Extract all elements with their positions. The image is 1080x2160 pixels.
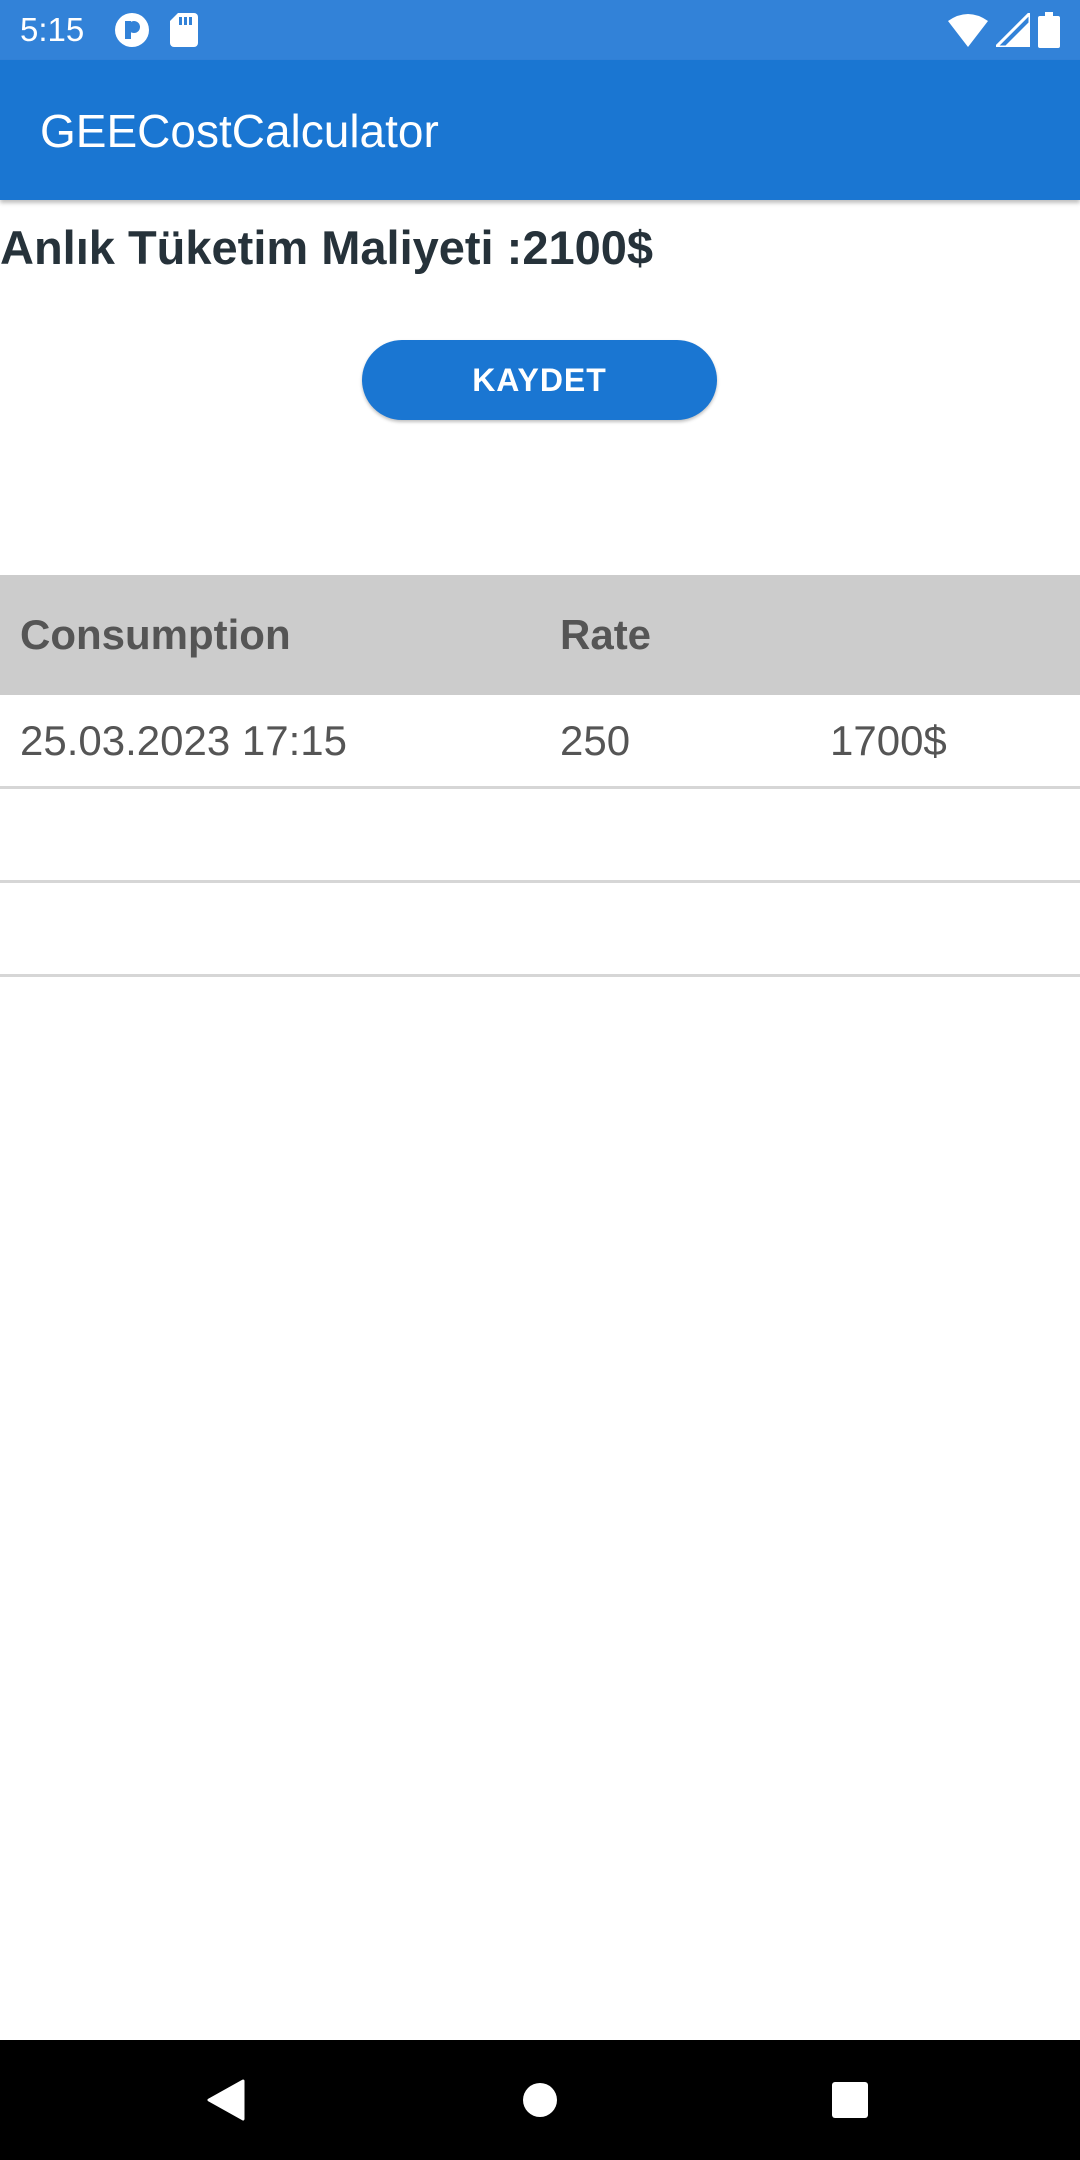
app-bar: GEECostCalculator (0, 60, 1080, 200)
home-icon (523, 2083, 557, 2117)
sd-card-icon (170, 13, 198, 47)
status-bar: 5:15 (0, 0, 1080, 60)
status-notification-icons (114, 12, 198, 48)
consumption-table: Consumption Rate 25.03.2023 17:15 250 17… (0, 575, 1080, 977)
table-header: Consumption Rate (0, 575, 1080, 695)
screen: 5:15 GEECostCalculator Anlık Tüketim Mal… (0, 0, 1080, 2160)
recents-icon (832, 2082, 868, 2118)
cell-signal-icon (996, 13, 1030, 47)
table-row[interactable] (0, 789, 1080, 883)
save-button[interactable]: KAYDET (362, 340, 717, 420)
status-system-icons (948, 12, 1060, 48)
battery-icon (1038, 12, 1060, 48)
wifi-icon (948, 13, 988, 47)
row-date: 25.03.2023 17:15 (20, 716, 347, 764)
row-rate: 250 (560, 716, 631, 764)
back-icon (207, 2079, 245, 2121)
app-title: GEECostCalculator (40, 105, 439, 157)
home-button[interactable] (505, 2040, 575, 2160)
header-rate: Rate (560, 611, 652, 658)
header-consumption: Consumption (20, 611, 291, 658)
table-row[interactable]: 25.03.2023 17:15 250 1700$ (0, 695, 1080, 789)
current-cost-label: Anlık Tüketim Maliyeti :2100$ (0, 221, 654, 274)
back-button[interactable] (190, 2040, 260, 2160)
notification-app-icon (114, 12, 150, 48)
table-row[interactable] (0, 883, 1080, 977)
recents-button[interactable] (815, 2040, 885, 2160)
navigation-bar (0, 2040, 1080, 2160)
status-time: 5:15 (20, 11, 85, 48)
row-cost: 1700$ (830, 716, 947, 764)
